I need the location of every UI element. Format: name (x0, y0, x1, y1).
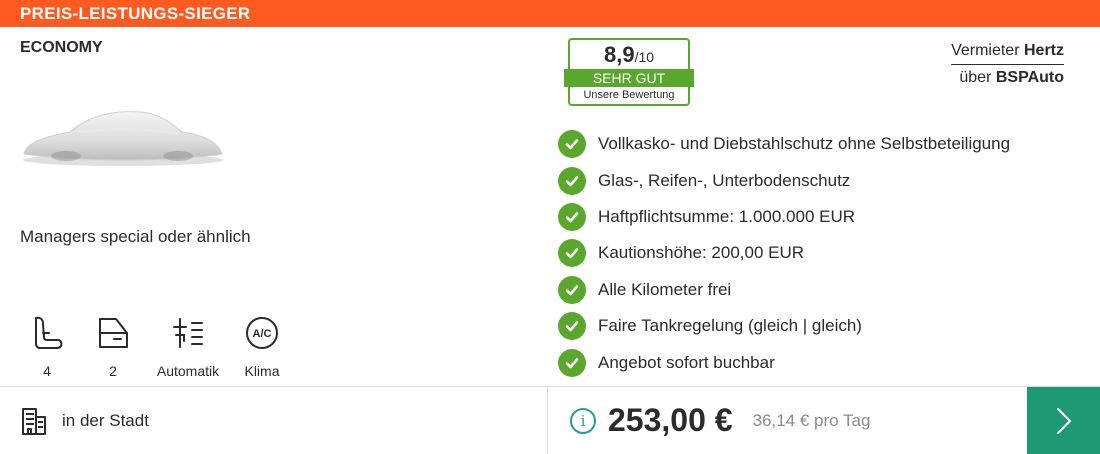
rating-verdict: SEHR GUT (564, 69, 694, 87)
feature-doors: 2 (93, 315, 133, 379)
price-section: i 253,00 € 36,14 € pro Tag (570, 402, 870, 439)
car-category: ECONOMY (20, 39, 103, 56)
inclusion-item: Vollkasko- und Diebstahlschutz ohne Selb… (558, 126, 1010, 162)
pickup-location-label: in der Stadt (62, 411, 149, 430)
rating-score-line: 8,9/10 (570, 42, 688, 68)
inclusion-text: Alle Kilometer frei (598, 279, 732, 299)
inclusion-item: Faire Tankregelung (gleich | gleich) (558, 308, 1010, 344)
pickup-location: in der Stadt (20, 406, 149, 436)
seat-icon (35, 316, 63, 349)
rating-score: 8,9 (603, 42, 635, 67)
vendor-name: Hertz (1023, 42, 1064, 59)
check-icon (558, 166, 586, 195)
car-placeholder-image (23, 111, 223, 166)
inclusions-list: Vollkasko- und Diebstahlschutz ohne Selb… (558, 126, 1010, 381)
check-icon (558, 348, 586, 377)
inclusion-item: Kautionshöhe: 200,00 EUR (558, 235, 1010, 271)
feature-transmission: Automatik (148, 315, 228, 379)
deal-banner: PREIS-LEISTUNGS-SIEGER (0, 0, 1100, 27)
rating-caption: Unsere Bewertung (583, 89, 675, 101)
footer-divider (0, 386, 1100, 387)
building-icon (22, 408, 46, 435)
rating-badge: 8,9/10 SEHR GUT Unsere Bewertung (564, 38, 694, 106)
car-info-panel: ECONOMY Managers special oder ähnlich 4 (0, 27, 548, 387)
check-icon (558, 130, 586, 159)
vendor-line: Vermieter Hertz (951, 42, 1064, 65)
deal-banner-label: PREIS-LEISTUNGS-SIEGER (20, 4, 251, 23)
broker-prefix: über (959, 69, 992, 86)
check-icon (558, 312, 586, 341)
feature-seats-label: 4 (43, 363, 51, 379)
select-offer-button[interactable] (1027, 387, 1100, 454)
rating-scale: /10 (634, 49, 655, 65)
chevron-right-icon (1056, 407, 1071, 434)
check-icon (558, 275, 586, 304)
vendor-info: Vermieter Hertz über BSPAuto (951, 42, 1064, 87)
info-icon[interactable]: i (570, 407, 596, 434)
total-price: 253,00 € (608, 402, 733, 438)
check-icon (558, 202, 586, 231)
broker-name: BSPAuto (995, 69, 1064, 86)
inclusion-text: Haftpflichtsumme: 1.000.000 EUR (598, 206, 856, 226)
inclusion-text: Faire Tankregelung (gleich | gleich) (598, 316, 862, 336)
inclusion-text: Kautionshöhe: 200,00 EUR (598, 243, 805, 263)
footer-column-divider (547, 386, 548, 454)
feature-climate: A/C Klima (236, 315, 288, 379)
inclusion-text: Glas-, Reifen-, Unterbodenschutz (598, 170, 851, 190)
broker-line: über BSPAuto (951, 65, 1064, 87)
ac-icon-text: A/C (253, 328, 272, 340)
inclusion-text: Vollkasko- und Diebstahlschutz ohne Selb… (598, 134, 1011, 154)
inclusion-item: Glas-, Reifen-, Unterbodenschutz (558, 162, 1010, 198)
inclusion-item: Angebot sofort buchbar (558, 344, 1010, 380)
feature-transmission-label: Automatik (156, 363, 220, 379)
ac-icon: A/C (246, 317, 278, 349)
inclusion-item: Haftpflichtsumme: 1.000.000 EUR (558, 199, 1010, 235)
inclusion-item: Alle Kilometer frei (558, 272, 1010, 308)
feature-doors-label: 2 (109, 363, 117, 379)
check-icon (558, 239, 586, 268)
car-model: Managers special oder ähnlich (20, 227, 251, 246)
vendor-prefix: Vermieter (951, 42, 1020, 59)
feature-seats: 4 (27, 315, 67, 379)
feature-climate-label: Klima (244, 363, 280, 379)
inclusion-text: Angebot sofort buchbar (598, 352, 775, 372)
price-per-day: 36,14 € pro Tag (752, 410, 871, 430)
transmission-icon (173, 318, 203, 348)
door-icon (99, 318, 128, 348)
